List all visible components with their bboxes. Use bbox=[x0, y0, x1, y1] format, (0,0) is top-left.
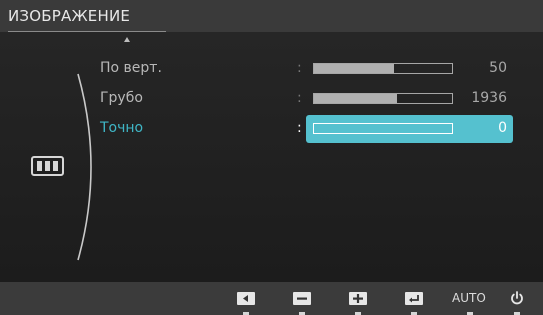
left-arrow-button[interactable] bbox=[237, 292, 255, 315]
menu-item-value: 50 bbox=[489, 60, 507, 76]
separator: : bbox=[297, 60, 302, 76]
minus-button[interactable] bbox=[293, 292, 311, 315]
plus-icon bbox=[353, 294, 363, 303]
power-icon bbox=[511, 291, 523, 305]
menu-item-coarse[interactable]: Грубо : 1936 bbox=[0, 85, 543, 113]
menu-item-label: По верт. bbox=[100, 60, 162, 76]
category-icon-bars bbox=[37, 161, 58, 171]
value-slider[interactable] bbox=[313, 93, 453, 104]
menu-item-label: Грубо bbox=[100, 90, 143, 106]
menu-item-value: 0 bbox=[498, 120, 507, 136]
value-slider[interactable] bbox=[313, 63, 453, 74]
left-arrow-icon bbox=[243, 295, 248, 302]
slider-fill bbox=[314, 64, 395, 73]
enter-button[interactable] bbox=[405, 292, 423, 315]
separator: : bbox=[297, 90, 302, 106]
auto-button-label: AUTO bbox=[452, 291, 486, 305]
picture-category-icon[interactable] bbox=[31, 156, 64, 176]
value-slider[interactable] bbox=[313, 123, 453, 134]
menu-item-vertical-position[interactable]: По верт. : 50 bbox=[0, 55, 543, 83]
minus-icon bbox=[297, 297, 307, 300]
menu-item-label: Точно bbox=[100, 120, 144, 136]
enter-icon bbox=[409, 295, 419, 303]
control-button-bar: AUTO bbox=[0, 282, 543, 315]
separator: : bbox=[297, 120, 302, 136]
monitor-osd-menu: ИЗОБРАЖЕНИЕ По верт. : 50 Грубо : 1936 Т… bbox=[0, 0, 543, 315]
scroll-up-arrow-icon[interactable] bbox=[124, 37, 130, 42]
plus-button[interactable] bbox=[349, 292, 367, 315]
title-bar: ИЗОБРАЖЕНИЕ bbox=[0, 0, 543, 32]
menu-item-fine[interactable]: Точно : 0 bbox=[0, 115, 543, 143]
slider-fill bbox=[314, 94, 397, 103]
menu-title: ИЗОБРАЖЕНИЕ bbox=[8, 7, 131, 25]
menu-item-value: 1936 bbox=[471, 90, 507, 106]
